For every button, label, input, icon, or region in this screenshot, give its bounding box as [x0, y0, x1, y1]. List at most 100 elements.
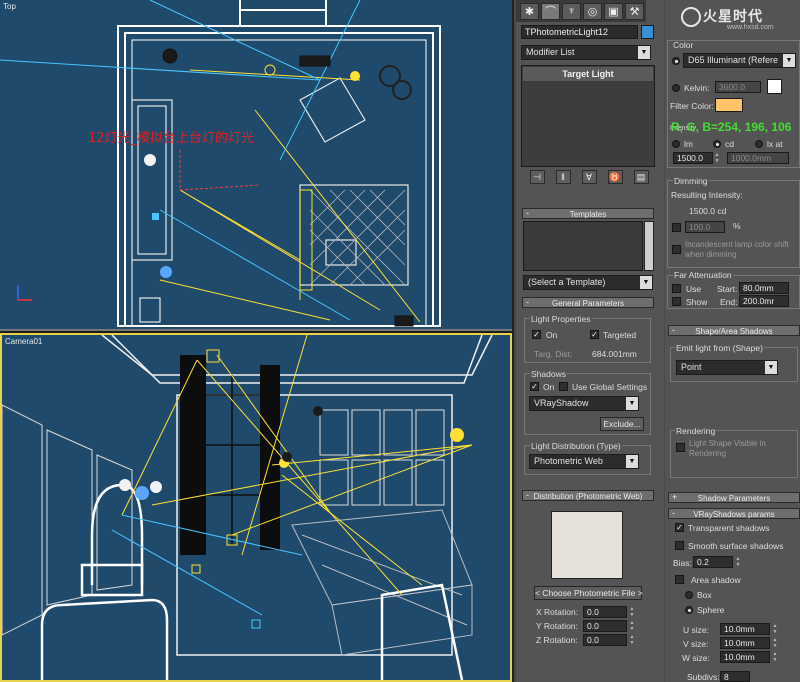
targeted-checkbox[interactable]: ✓ — [590, 330, 599, 339]
modify-tab-icon[interactable]: ⌒ — [541, 2, 560, 20]
templates-rollout-header[interactable]: - Templates — [522, 208, 654, 219]
modifier-list-label: Modifier List — [526, 47, 575, 57]
far-atten-start-field[interactable]: 80.0mm — [739, 282, 789, 294]
templates-title: Templates — [569, 210, 607, 219]
x-rotation-spinner[interactable]: ▲ ▼ — [629, 606, 635, 618]
motion-tab-icon[interactable]: ◎ — [583, 2, 602, 20]
shadow-type-dropdown[interactable]: VRayShadow ▼ — [529, 396, 639, 411]
shadow-parameters-rollout-header[interactable]: + Shadow Parameters — [668, 492, 800, 503]
chevron-down-icon: ▼ — [640, 276, 652, 289]
lx-distance-field[interactable]: 1000.0mm — [727, 152, 789, 164]
modifier-stack[interactable]: Target Light — [521, 65, 655, 167]
lm-radio[interactable] — [672, 140, 680, 148]
area-shadow-checkbox[interactable] — [675, 575, 684, 584]
shadows-on-checkbox[interactable]: ✓ — [530, 382, 539, 391]
modifier-list-dropdown[interactable]: Modifier List ▼ — [521, 45, 651, 60]
distribution-title: Distribution (Photometric Web) — [533, 492, 643, 501]
subdivs-label: Subdivs: — [687, 672, 720, 682]
v-size-field[interactable]: 10.0mm — [720, 637, 770, 649]
command-panel-column-right: Color D65 Illuminant (Refere ▼ Kelvin: 3… — [665, 0, 800, 682]
y-rotation-field[interactable]: 0.0 — [583, 620, 627, 632]
light-distribution-dropdown[interactable]: Photometric Web ▼ — [529, 454, 639, 469]
light-properties-label: Light Properties — [530, 314, 592, 324]
pin-stack-icon[interactable]: ⊣ — [529, 170, 545, 184]
make-unique-icon[interactable]: ∀ — [581, 170, 597, 184]
light-shape-visible-checkbox[interactable] — [676, 443, 685, 452]
configure-sets-icon[interactable]: ▤ — [633, 170, 649, 184]
chevron-down-icon: ▼ — [783, 54, 795, 67]
kelvin-field[interactable]: 3600.0 — [715, 81, 761, 93]
utilities-tab-icon[interactable]: ⚒ — [625, 2, 644, 20]
u-size-spinner[interactable]: ▲ ▼ — [772, 623, 778, 635]
use-global-settings-checkbox[interactable] — [559, 382, 568, 391]
light-distribution-value: Photometric Web — [534, 456, 603, 466]
z-rotation-field[interactable]: 0.0 — [583, 634, 627, 646]
y-rotation-label: Y Rotation: — [536, 621, 578, 631]
remove-modifier-icon[interactable]: ♉ — [607, 170, 623, 184]
command-panel-column-left: ✱ ⌒ ♆ ◎ ▣ ⚒ TPhotometricLight12 Modifier… — [516, 0, 664, 682]
vray-shadows-rollout-header[interactable]: - VRayShadows params — [668, 508, 800, 519]
create-tab-icon[interactable]: ✱ — [520, 2, 539, 20]
kelvin-label: Kelvin: — [684, 83, 710, 93]
dimming-percent-checkbox[interactable] — [672, 223, 681, 232]
templates-list[interactable] — [523, 221, 643, 271]
templates-scrollbar[interactable] — [644, 221, 654, 271]
box-radio[interactable] — [685, 591, 693, 599]
camera-viewport-label[interactable]: Camera01 — [5, 337, 42, 346]
smooth-surface-shadows-checkbox[interactable] — [675, 541, 684, 550]
chevron-down-icon: ▼ — [638, 46, 650, 59]
targ-dist-value: 684.001mm — [592, 349, 637, 359]
kelvin-color-swatch[interactable] — [767, 79, 782, 94]
color-preset-value: D65 Illuminant (Refere — [688, 55, 779, 65]
filter-color-swatch[interactable] — [715, 98, 743, 112]
smooth-surface-shadows-label: Smooth surface shadows — [688, 541, 784, 551]
object-color-swatch[interactable] — [641, 25, 654, 39]
sphere-radio[interactable] — [685, 606, 693, 614]
far-atten-end-label: End: — [720, 297, 738, 307]
x-rotation-field[interactable]: 0.0 — [583, 606, 627, 618]
far-atten-use-checkbox[interactable] — [672, 284, 681, 293]
object-name-field[interactable]: TPhotometricLight12 — [521, 25, 638, 39]
exclude-button[interactable]: Exclude... — [600, 417, 644, 431]
intensity-spinner[interactable]: ▲ ▼ — [714, 152, 720, 164]
top-viewport-wireframe — [0, 0, 441, 327]
distribution-rollout-header[interactable]: - Distribution (Photometric Web) — [522, 490, 654, 501]
bias-field[interactable]: 0.2 — [693, 556, 733, 568]
display-tab-icon[interactable]: ▣ — [604, 2, 623, 20]
stack-item-target-light[interactable]: Target Light — [523, 67, 653, 81]
general-parameters-title: General Parameters — [551, 299, 625, 308]
choose-photometric-file-button[interactable]: < Choose Photometric File > — [534, 586, 643, 600]
shape-area-shadows-rollout-header[interactable]: - Shape/Area Shadows — [668, 325, 800, 336]
show-end-result-icon[interactable]: ‖ — [555, 170, 571, 184]
hierarchy-tab-icon[interactable]: ♆ — [562, 2, 581, 20]
y-rotation-spinner[interactable]: ▲ ▼ — [629, 620, 635, 632]
top-viewport[interactable]: Top 12灯光_模拟台上台灯的灯光 — [0, 0, 512, 331]
color-preset-dropdown[interactable]: D65 Illuminant (Refere ▼ — [683, 53, 796, 68]
rgb-annotation: R, G, B=254, 196, 106 — [671, 120, 792, 134]
dimming-percent-field[interactable]: 100.0 — [685, 221, 725, 233]
template-select-dropdown[interactable]: (Select a Template) ▼ — [523, 275, 653, 290]
transparent-shadows-checkbox[interactable]: ✓ — [675, 523, 684, 532]
w-size-spinner[interactable]: ▲ ▼ — [772, 651, 778, 663]
z-rotation-spinner[interactable]: ▲ ▼ — [629, 634, 635, 646]
far-atten-show-checkbox[interactable] — [672, 297, 681, 306]
intensity-field[interactable]: 1500.0 — [673, 152, 713, 164]
w-size-field[interactable]: 10.0mm — [720, 651, 770, 663]
preset-radio[interactable] — [672, 57, 680, 65]
far-atten-end-field[interactable]: 200.0mr — [739, 295, 789, 307]
x-rotation-label: X Rotation: — [536, 607, 579, 617]
bias-spinner[interactable]: ▲ ▼ — [735, 556, 741, 568]
u-size-field[interactable]: 10.0mm — [720, 623, 770, 635]
subdivs-field[interactable]: 8 — [720, 671, 750, 682]
cd-radio[interactable] — [713, 140, 721, 148]
light-on-checkbox[interactable]: ✓ — [532, 330, 541, 339]
kelvin-radio[interactable] — [672, 84, 680, 92]
general-parameters-rollout-header[interactable]: - General Parameters — [522, 297, 654, 308]
shadow-type-value: VRayShadow — [534, 398, 589, 408]
lx-radio[interactable] — [755, 140, 763, 148]
incandescent-checkbox[interactable] — [672, 245, 681, 254]
top-viewport-label[interactable]: Top — [3, 2, 16, 11]
shape-dropdown[interactable]: Point ▼ — [676, 360, 778, 375]
v-size-spinner[interactable]: ▲ ▼ — [772, 637, 778, 649]
camera-viewport[interactable]: Camera01 — [0, 333, 512, 682]
